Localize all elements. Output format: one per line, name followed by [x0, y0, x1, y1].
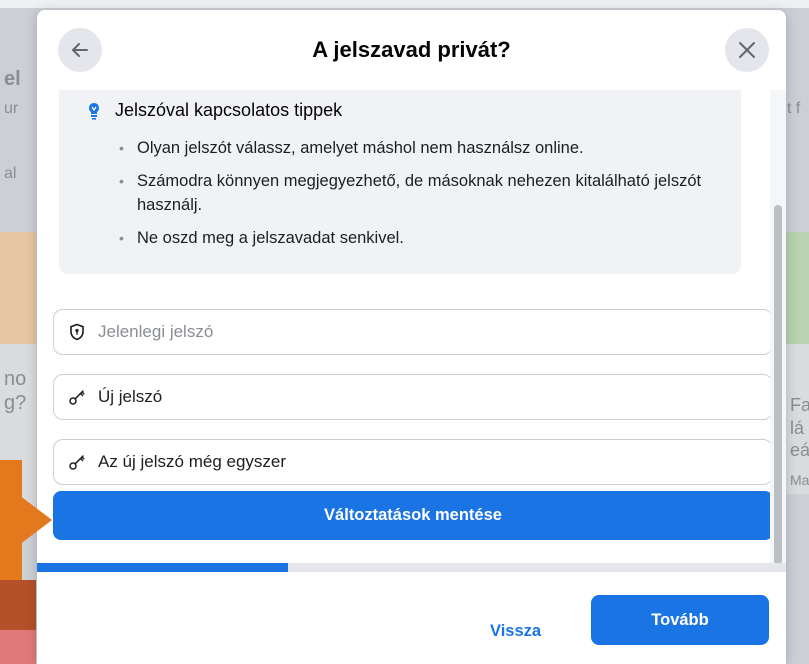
tip-item: Olyan jelszót válassz, amelyet máshol ne… [119, 136, 719, 160]
tips-header: Jelszóval kapcsolatos tippek [87, 100, 342, 121]
next-button[interactable]: Tovább [591, 595, 769, 645]
modal-scroll-area[interactable]: Jelszóval kapcsolatos tippek Olyan jelsz… [37, 90, 786, 575]
annotation-arrow-head [0, 458, 52, 582]
modal-header: A jelszavad privát? [37, 10, 786, 90]
arrow-left-icon [72, 43, 88, 57]
new-password-label: Új jelszó [98, 387, 163, 406]
background-text: lá [790, 418, 805, 438]
background-card-image [786, 232, 809, 344]
tip-item: Ne oszd meg a jelszavadat senkivel. [119, 226, 719, 250]
close-icon [739, 42, 755, 58]
key-icon [69, 455, 85, 470]
background-text: al [4, 165, 17, 182]
close-button[interactable] [725, 28, 769, 72]
save-changes-button[interactable]: Változtatások mentése [53, 491, 773, 540]
background-text: t f [787, 100, 801, 117]
shield-icon [70, 323, 84, 341]
background-text: ur [4, 100, 19, 117]
lightbulb-icon [89, 102, 99, 120]
current-password-placeholder: Jelenlegi jelszó [98, 322, 214, 341]
modal-title: A jelszavad privát? [312, 37, 511, 62]
back-button[interactable] [58, 28, 102, 72]
background-text: Fa [790, 395, 809, 415]
background-top-bar [0, 0, 809, 8]
background-text: no [4, 368, 27, 390]
key-icon [69, 390, 85, 405]
tips-title: Jelszóval kapcsolatos tippek [115, 100, 343, 120]
password-modal: A jelszavad privát? Jelszóval kapcsolato… [37, 10, 786, 664]
current-password-field[interactable]: Jelenlegi jelszó [53, 309, 773, 355]
background-card-image [0, 232, 36, 344]
background-text: el [4, 68, 21, 90]
progress-bar [37, 563, 288, 572]
tips-list: Olyan jelszót válassz, amelyet máshol ne… [119, 136, 719, 259]
modal-footer: Vissza Tovább [37, 572, 786, 664]
confirm-password-label: Az új jelszó még egyszer [98, 452, 287, 471]
background-text: eá [790, 440, 809, 460]
tip-item: Számodra könnyen megjegyezhető, de mások… [119, 169, 719, 217]
password-tips-box: Jelszóval kapcsolatos tippek Olyan jelsz… [59, 90, 741, 274]
new-password-field[interactable]: Új jelszó [53, 374, 773, 420]
background-card-image [0, 630, 36, 664]
scrollbar-thumb[interactable] [774, 205, 782, 565]
back-link[interactable]: Vissza [490, 622, 541, 641]
confirm-password-field[interactable]: Az új jelszó még egyszer [53, 439, 773, 485]
background-text: Ma [790, 472, 809, 488]
background-text: g? [4, 392, 27, 414]
